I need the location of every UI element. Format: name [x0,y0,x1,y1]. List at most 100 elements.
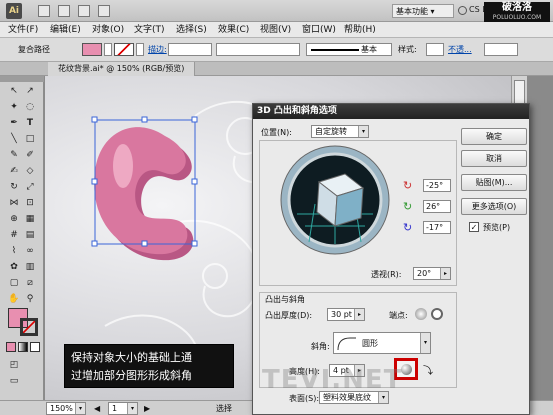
workspace-switcher[interactable]: 基本功能 ▾ [392,4,454,18]
type-tool-icon[interactable]: T [23,116,37,130]
artboard-number-select[interactable]: 1 ▾ [108,402,138,415]
extrude-depth-input[interactable]: 30 pt ▸ [327,308,365,321]
eyedropper-tool-icon[interactable]: ⌇ [7,244,21,258]
3d-letter-c-shape[interactable] [94,127,194,261]
none-mode-icon[interactable] [30,342,40,352]
watermark-text: TEVI.NET [262,365,403,395]
eraser-tool-icon[interactable]: ◇ [23,164,37,178]
perspective-select[interactable]: 20° ▸ [413,267,451,280]
tools-panel-grip[interactable] [0,76,44,82]
y-axis-rotation-icon: ↻ [403,200,413,213]
artboard-number-value: 1 [112,404,118,413]
z-axis-rotation-icon: ↻ [403,221,413,234]
selection-tool-icon[interactable]: ↖ [7,84,21,98]
free-transform-tool-icon[interactable]: ⊡ [23,196,37,210]
document-arrange-icon[interactable] [78,5,90,17]
cap-off-icon[interactable] [431,308,443,320]
previous-artboard-icon[interactable]: ◀ [94,404,100,413]
screen-mode-icon[interactable] [98,5,110,17]
rotation-track-cube[interactable] [279,144,391,256]
mesh-tool-icon[interactable]: # [7,228,21,242]
hand-tool-icon[interactable]: ✋ [7,292,21,306]
color-mode-icon[interactable] [6,342,16,352]
zoom-level-select[interactable]: 150% ▾ [46,402,86,415]
direct-selection-tool-icon[interactable]: ↗ [23,84,37,98]
bevel-out-icon [401,364,412,375]
drawing-mode-icon[interactable]: ◰ [7,358,21,372]
gradient-mode-icon[interactable] [18,342,28,352]
y-axis-rotation-input[interactable]: 26° [423,200,451,213]
menu-window[interactable]: 窗口(W) [298,22,340,38]
width-tool-icon[interactable]: ⋈ [7,196,21,210]
rotate-tool-icon[interactable]: ↻ [7,180,21,194]
lasso-tool-icon[interactable]: ◌ [23,100,37,114]
callout-line-2: 过增加部分图形形成斜角 [71,369,192,382]
pen-tool-icon[interactable]: ✒ [7,116,21,130]
style-label: 样式: [398,45,417,54]
bevel-preview-icon [337,337,356,351]
position-value: 自定旋转 [315,127,347,136]
position-label: 位置(N): [261,128,292,137]
perspective-grid-tool-icon[interactable]: ▦ [23,212,37,226]
perspective-value: 20° [417,269,432,278]
cancel-button[interactable]: 取消 [461,150,527,167]
menu-effect[interactable]: 效果(C) [214,22,253,38]
stroke-dropdown[interactable] [136,43,144,56]
rectangle-tool-icon[interactable]: □ [23,132,37,146]
line-segment-tool-icon[interactable]: ╲ [7,132,21,146]
arrange-icon[interactable] [58,5,70,17]
column-graph-tool-icon[interactable]: ▥ [23,260,37,274]
site-brand-logo: 破洛洛 POLUOLUO.COM [484,2,550,24]
selection-type-label: 复合路径 [18,45,50,54]
fill-color-swatch[interactable] [82,43,102,56]
slice-tool-icon[interactable]: ⧄ [23,276,37,290]
callout-line-1: 保持对象大小的基础上通 [71,351,192,364]
search-icon[interactable] [458,6,467,15]
zoom-tool-icon[interactable]: ⚲ [23,292,37,306]
map-art-button[interactable]: 贴图(M)... [461,174,527,191]
menu-view[interactable]: 视图(V) [256,22,295,38]
menu-file[interactable]: 文件(F) [4,22,42,38]
stroke-label[interactable]: 描边: [148,44,167,55]
opacity-input[interactable] [484,43,518,56]
preview-checkbox[interactable]: ✓ [469,222,479,232]
gradient-tool-icon[interactable]: ▤ [23,228,37,242]
cap-on-icon[interactable] [415,308,427,320]
document-tab[interactable]: 花纹背景.ai* @ 150% (RGB/预览) [48,62,196,76]
variable-width-profile[interactable] [216,43,300,56]
paintbrush-tool-icon[interactable]: ✎ [7,148,21,162]
stroke-weight-input[interactable] [168,43,212,56]
stroke-color-swatch[interactable] [114,43,134,56]
position-select[interactable]: 自定旋转 ▾ [311,125,369,138]
symbol-sprayer-tool-icon[interactable]: ✿ [7,260,21,274]
brush-definition-dropdown[interactable]: 基本 [306,43,392,56]
ok-button[interactable]: 确定 [461,128,527,145]
magic-wand-tool-icon[interactable]: ✦ [7,100,21,114]
menu-help[interactable]: 帮助(H) [340,22,380,38]
bridge-icon[interactable] [38,5,50,17]
x-axis-rotation-input[interactable]: -25° [423,179,451,192]
stroke-color-box[interactable] [20,318,38,336]
fill-dropdown[interactable] [104,43,112,56]
bevel-in-icon[interactable]: ⤵ [423,362,433,377]
menu-type[interactable]: 文字(T) [130,22,169,38]
artboard-tool-icon[interactable]: ▢ [7,276,21,290]
next-artboard-icon[interactable]: ▶ [144,404,150,413]
opacity-label[interactable]: 不透... [448,44,472,55]
shape-builder-tool-icon[interactable]: ⊕ [7,212,21,226]
blob-brush-tool-icon[interactable]: ✍ [7,164,21,178]
z-axis-rotation-input[interactable]: -17° [423,221,451,234]
menu-edit[interactable]: 编辑(E) [46,22,85,38]
menu-object[interactable]: 对象(O) [88,22,128,38]
more-options-button[interactable]: 更多选项(O) [461,198,527,215]
screen-mode-toggle-icon[interactable]: ▭ [7,374,21,388]
bevel-select[interactable]: 圆形 ▾ [333,332,431,354]
scale-tool-icon[interactable]: ⤢ [23,180,37,194]
graphic-style-swatch[interactable] [426,43,444,56]
pencil-tool-icon[interactable]: ✐ [23,148,37,162]
stroke-profile-value: 基本 [361,45,377,54]
zoom-level-value: 150% [50,404,73,413]
menu-select[interactable]: 选择(S) [172,22,211,38]
blend-tool-icon[interactable]: ∞ [23,244,37,258]
x-axis-rotation-icon: ↻ [403,179,413,192]
